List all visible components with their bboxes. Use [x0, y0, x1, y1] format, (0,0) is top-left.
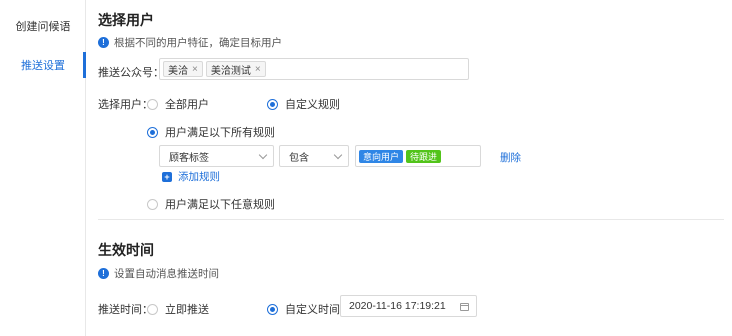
- select-users-hint: ! 根据不同的用户特征，确定目标用户: [98, 35, 282, 50]
- datetime-picker[interactable]: 2020-11-16 17:19:21: [340, 295, 477, 317]
- chevron-down-icon: [258, 150, 268, 160]
- close-icon[interactable]: ×: [255, 64, 261, 75]
- radio-circle-selected: [147, 126, 158, 138]
- rule-value-chip: 待跟进: [406, 149, 442, 163]
- radio-push-now-label: 立即推送: [165, 304, 209, 316]
- plus-icon: +: [162, 171, 172, 182]
- radio-circle-selected: [267, 303, 278, 315]
- delete-rule-link[interactable]: 删除: [500, 150, 521, 165]
- account-tag: 美洽 ×: [163, 61, 203, 77]
- sidebar-active-indicator: [83, 52, 86, 78]
- radio-match-any-label: 用户满足以下任意规则: [165, 199, 275, 211]
- push-account-select[interactable]: 美洽 × 美洽测试 ×: [159, 58, 469, 80]
- effective-time-hint: ! 设置自动消息推送时间: [98, 266, 219, 281]
- push-time-label: 推送时间：: [98, 304, 153, 316]
- radio-push-now[interactable]: 立即推送: [147, 301, 209, 317]
- effective-time-hint-text: 设置自动消息推送时间: [114, 268, 219, 280]
- section-divider: [98, 219, 724, 220]
- rule-value-chip: 意向用户: [359, 149, 404, 163]
- rule-field-select[interactable]: 顾客标签: [159, 145, 274, 167]
- account-tag: 美洽测试 ×: [205, 61, 266, 77]
- account-tag-label: 美洽: [168, 65, 188, 77]
- chevron-down-icon: [333, 150, 343, 160]
- add-rule-label: 添加规则: [178, 171, 220, 183]
- radio-custom-time[interactable]: 自定义时间: [267, 301, 340, 317]
- radio-all-users-label: 全部用户: [165, 99, 209, 111]
- radio-all-users[interactable]: 全部用户: [147, 96, 209, 112]
- radio-circle: [147, 98, 158, 110]
- radio-match-all[interactable]: 用户满足以下所有规则: [147, 124, 275, 140]
- info-icon: !: [98, 268, 109, 279]
- radio-custom-rules-label: 自定义规则: [285, 99, 340, 111]
- radio-custom-time-label: 自定义时间: [285, 304, 340, 316]
- datetime-value: 2020-11-16 17:19:21: [349, 300, 446, 312]
- rule-operator-value: 包含: [289, 152, 309, 164]
- radio-custom-rules[interactable]: 自定义规则: [267, 96, 340, 112]
- radio-circle: [147, 303, 158, 315]
- sidebar-item-create-greeting[interactable]: 创建问候语: [0, 15, 86, 39]
- main-content: 选择用户 ! 根据不同的用户特征，确定目标用户 推送公众号： 美洽 × 美洽测试…: [98, 0, 732, 336]
- radio-circle: [147, 198, 158, 210]
- close-icon[interactable]: ×: [192, 64, 198, 75]
- info-icon: !: [98, 37, 109, 48]
- rule-field-value: 顾客标签: [169, 152, 209, 164]
- add-rule-button[interactable]: + 添加规则: [162, 169, 220, 184]
- sidebar-item-push-settings[interactable]: 推送设置: [0, 54, 86, 78]
- radio-match-any[interactable]: 用户满足以下任意规则: [147, 196, 275, 212]
- push-account-label: 推送公众号：: [98, 67, 164, 79]
- rule-values-select[interactable]: 意向用户 待跟进: [355, 145, 481, 167]
- select-users-hint-text: 根据不同的用户特征，确定目标用户: [114, 37, 282, 49]
- radio-match-all-label: 用户满足以下所有规则: [165, 127, 275, 139]
- section-title-effective-time: 生效时间: [98, 242, 154, 258]
- section-title-select-users: 选择用户: [98, 12, 154, 28]
- rule-operator-select[interactable]: 包含: [279, 145, 349, 167]
- select-users-label: 选择用户：: [98, 99, 153, 111]
- calendar-icon: [460, 303, 469, 311]
- sidebar: 创建问候语 推送设置: [0, 0, 86, 336]
- account-tag-label: 美洽测试: [210, 65, 251, 77]
- radio-circle-selected: [267, 98, 278, 110]
